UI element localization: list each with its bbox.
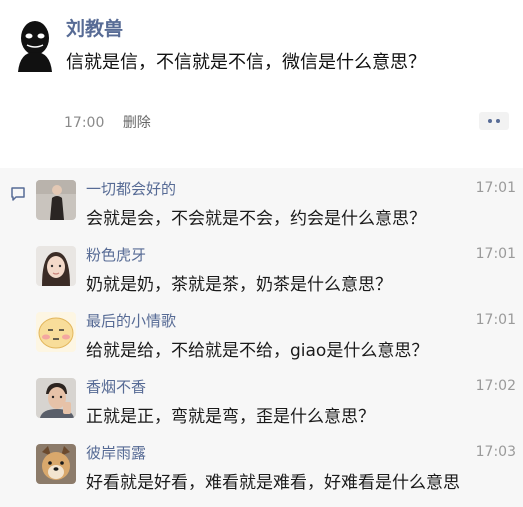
delete-link[interactable]: 删除 [123,115,151,131]
comment-author[interactable]: 最后的小情歌 [86,310,176,331]
comment-text: 奶就是奶，茶就是茶，奶茶是什么意思？ [86,275,392,295]
comment-author[interactable]: 一切都会好的 [86,178,176,199]
post-author-name[interactable]: 刘教兽 [66,14,123,41]
comment-author[interactable]: 粉色虎牙 [86,244,146,265]
post-content: 信就是信，不信就是不信，微信是什么意思？ [66,52,426,73]
comment-time: 17:02 [475,378,516,394]
comment-text: 给就是给，不给就是不给，giao是什么意思？ [86,341,429,361]
comment-item: 粉色虎牙 17:01 奶就是奶，茶就是茶，奶茶是什么意思？ [36,240,516,306]
post-time: 17:00 [64,115,105,131]
comment-time: 17:01 [475,180,516,196]
comment-author[interactable]: 彼岸雨露 [86,442,146,463]
more-dot-icon [488,119,492,123]
comment-text: 会就是会，不会就是不会，约会是什么意思？ [86,209,426,229]
author-avatar[interactable] [14,18,56,72]
comment-time: 17:01 [475,312,516,328]
man-avatar[interactable] [36,378,76,418]
comment-text: 好看就是好看，难看就是难看，好难看是什么意思 [86,473,460,493]
more-dot-icon [496,119,500,123]
comment-time: 17:01 [475,246,516,262]
comment-author[interactable]: 香烟不香 [86,376,146,397]
post-meta: 17:00 删除 [64,112,151,132]
comment-item: 最后的小情歌 17:01 给就是给，不给就是不给，giao是什么意思？ [36,306,516,372]
comment-text: 正就是正，弯就是弯，歪是什么意思？ [86,407,375,427]
woman-dark-dress-avatar[interactable] [36,180,76,220]
moment-post: 刘教兽 信就是信，不信就是不信，微信是什么意思？ 17:00 删除 [0,0,523,160]
comment-item: 香烟不香 17:02 正就是正，弯就是弯，歪是什么意思？ [36,372,516,438]
more-options-button[interactable] [479,112,509,130]
comments-section: 一切都会好的 17:01 会就是会，不会就是不会，约会是什么意思？ 粉色虎牙 1… [0,168,523,507]
girl-long-hair-avatar[interactable] [36,246,76,286]
comment-item: 一切都会好的 17:01 会就是会，不会就是不会，约会是什么意思？ [36,174,516,240]
comment-time: 17:03 [475,444,516,460]
dog-avatar[interactable] [36,444,76,484]
comment-icon [10,186,26,202]
comment-item: 彼岸雨露 17:03 好看就是好看，难看就是难看，好难看是什么意思 [36,438,516,504]
emoji-face-avatar[interactable] [36,312,76,352]
